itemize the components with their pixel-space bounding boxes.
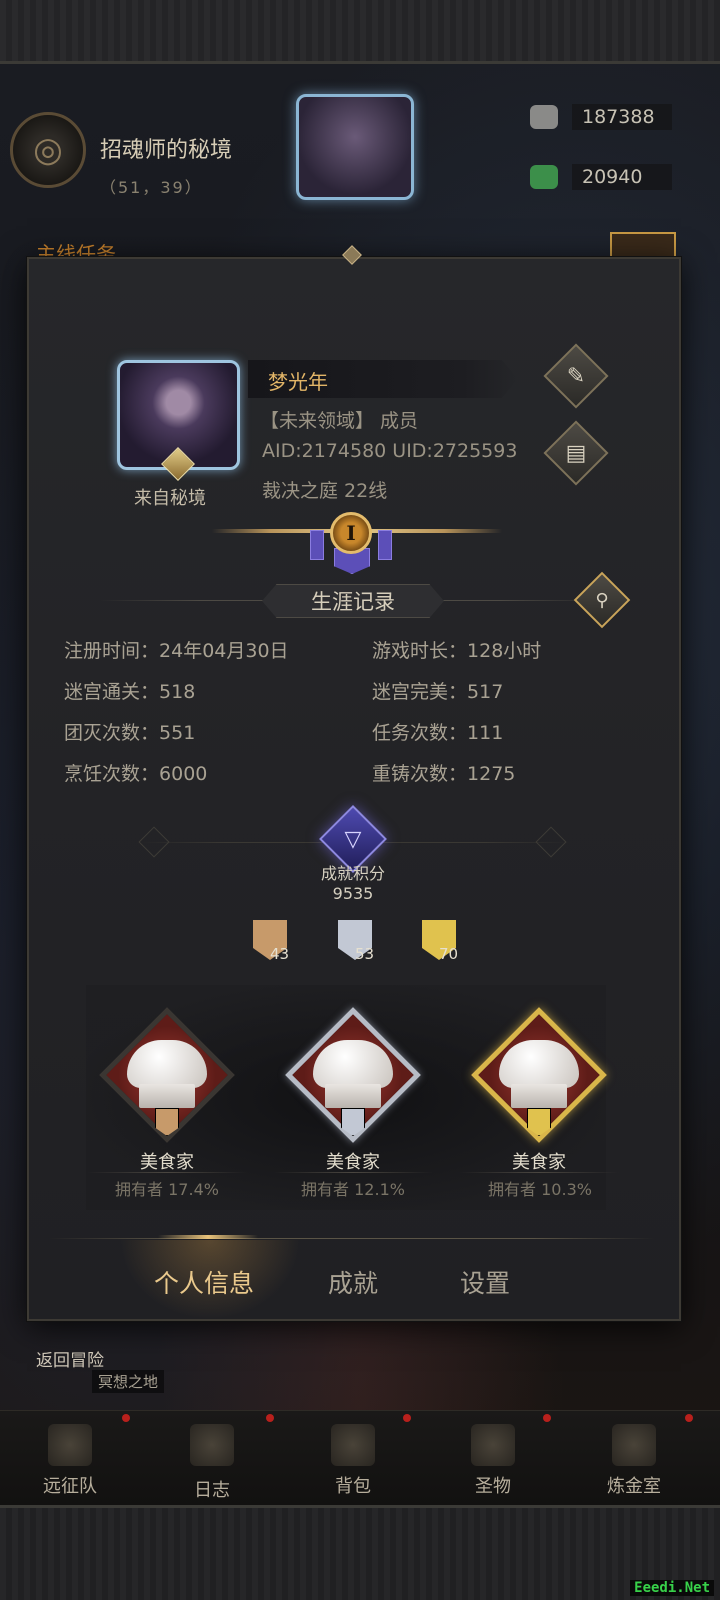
stat-play-time: 游戏时长：128小时: [372, 640, 542, 662]
avatar-caption: 来自秘境: [134, 488, 206, 509]
top-portrait[interactable]: [296, 94, 414, 200]
achievement-card-title: 美食家: [512, 1152, 566, 1173]
tab-personal-info[interactable]: 个人信息: [154, 1264, 254, 1300]
achievement-score-label: 成就积分: [320, 864, 385, 883]
nav-backpack[interactable]: 背包: [303, 1420, 403, 1500]
resource-stone-value: 187388: [572, 104, 672, 130]
stat-cooking-count: 烹饪次数：6000: [64, 763, 208, 785]
player-ids: AID:2174580 UID:2725593: [262, 440, 518, 462]
tab-settings[interactable]: 设置: [460, 1264, 510, 1300]
stat-quest-count: 任务次数：111: [372, 722, 504, 744]
journal-icon: [190, 1424, 234, 1466]
bronze-tier-count: 43: [270, 945, 290, 963]
horned-helmet-icon: [48, 1424, 92, 1466]
top-frame: [0, 0, 720, 64]
achievement-card-title: 美食家: [140, 1152, 194, 1173]
server-line: 裁决之庭 22线: [262, 480, 388, 502]
achievement-card-owners: 拥有者 17.4%: [115, 1180, 219, 1199]
chef-hat-icon: [127, 1040, 207, 1110]
nav-expedition[interactable]: 远征队: [20, 1420, 120, 1500]
tab-active-indicator: [158, 1235, 258, 1239]
stat-maze-perfect: 迷宫完美：517: [372, 681, 504, 703]
resource-crystal: 20940: [530, 164, 672, 190]
player-name: 梦光年: [268, 370, 328, 394]
notification-dot: [122, 1414, 130, 1422]
map-name: 招魂师的秘境: [100, 138, 233, 163]
achievement-card-owners: 拥有者 12.1%: [301, 1180, 405, 1199]
resource-stone: 187388: [530, 104, 672, 130]
card-divider: [459, 1172, 619, 1173]
stat-register-time: 注册时间：24年04月30日: [64, 640, 289, 662]
gold-tier-count: 70: [439, 945, 459, 963]
stat-team-wipes: 团灭次数：551: [64, 722, 196, 744]
nav-relics[interactable]: 圣物: [443, 1420, 543, 1500]
tab-achievements[interactable]: 成就: [328, 1264, 378, 1300]
achievement-score-value: 9535: [332, 884, 374, 903]
chef-hat-icon: [499, 1040, 579, 1110]
grey-stone-icon: [530, 105, 558, 129]
meditation-ground-label: 冥想之地: [92, 1370, 165, 1393]
silver-tier-count: 53: [355, 945, 375, 963]
nav-alchemy[interactable]: 炼金室: [584, 1420, 684, 1500]
card-divider: [87, 1172, 247, 1173]
rank-ribbon-right: [378, 530, 392, 560]
career-record-title: 生涯记录: [262, 584, 444, 618]
return-adventure-label[interactable]: 返回冒险: [36, 1346, 104, 1371]
stat-reforge-count: 重铸次数：1275: [372, 763, 516, 785]
bottom-frame: [0, 1505, 720, 1600]
achievement-card-title: 美食家: [326, 1152, 380, 1173]
document-icon: ▤: [565, 440, 587, 466]
notification-dot: [543, 1414, 551, 1422]
resource-crystal-value: 20940: [572, 164, 672, 190]
alchemy-icon: [612, 1424, 656, 1466]
notification-dot: [685, 1414, 693, 1422]
achievement-card-owners: 拥有者 10.3%: [488, 1180, 592, 1199]
notification-dot: [403, 1414, 411, 1422]
quill-icon: ✎: [566, 363, 586, 389]
map-swirl-icon[interactable]: ◎: [10, 112, 86, 188]
backpack-icon: [331, 1424, 375, 1466]
nav-journal[interactable]: 日志: [162, 1420, 262, 1501]
chalice-icon: [471, 1424, 515, 1466]
chef-hat-icon: [313, 1040, 393, 1110]
notification-dot: [266, 1414, 274, 1422]
map-coordinates: （51，39）: [100, 178, 203, 197]
watermark: Eeedi.Net: [630, 1580, 714, 1596]
green-crystal-icon: [530, 165, 558, 189]
stat-maze-clear: 迷宫通关：518: [64, 681, 196, 703]
magnifier-icon: ⚲: [595, 589, 609, 611]
guild-info: 【未来领域】 成员: [260, 410, 419, 432]
rank-emblem[interactable]: I: [330, 512, 372, 554]
triangle-star-icon: ▽: [344, 826, 362, 852]
tab-divider: [50, 1238, 654, 1239]
card-divider: [273, 1172, 433, 1173]
rank-ribbon-left: [310, 530, 324, 560]
